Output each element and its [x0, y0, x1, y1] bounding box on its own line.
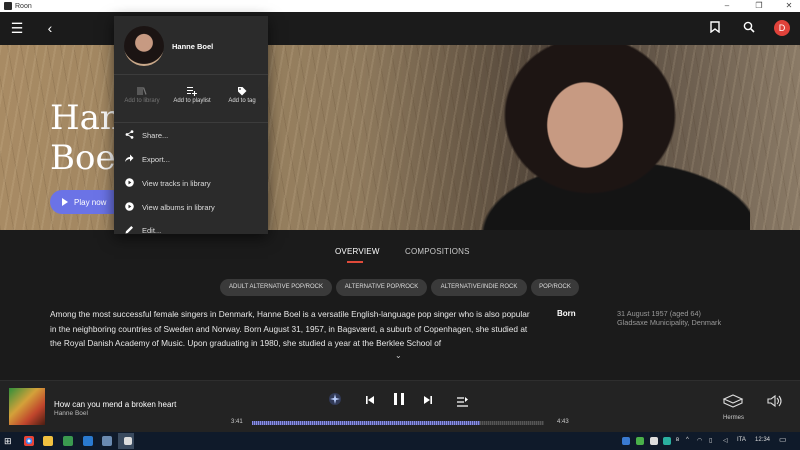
play-circle-icon [124, 177, 134, 189]
play-circle-icon [124, 201, 134, 213]
track-artist[interactable]: Hanne Boel [54, 410, 88, 417]
window-title-bar: Roon – ❐ ✕ [0, 0, 800, 12]
menu-artist-name: Hanne Boel [172, 42, 214, 51]
roon-app-icon [4, 2, 12, 10]
queue-icon[interactable] [457, 394, 469, 407]
zone-name[interactable]: Hermes [723, 415, 744, 421]
chevron-up-icon[interactable]: ^ [686, 437, 689, 443]
genre-tag[interactable]: ALTERNATIVE/INDIE ROCK [431, 279, 527, 296]
artist-tabs: OVERVIEW COMPOSITIONS [0, 230, 800, 270]
artist-photo [470, 45, 750, 230]
pause-icon[interactable] [392, 391, 406, 407]
add-to-playlist-button[interactable]: Add to playlist [167, 86, 217, 106]
artist-context-menu: Hanne Boel Add to library Add to playlis… [114, 16, 268, 235]
library-icon [117, 86, 167, 96]
battery-icon[interactable]: ▯ [709, 437, 712, 444]
menu-item-view-albums[interactable]: View albums in library [124, 198, 258, 216]
roon-taskbar-icon [124, 437, 132, 445]
menu-item-view-tracks[interactable]: View tracks in library [124, 174, 258, 192]
genre-tag[interactable]: ALTERNATIVE POP/ROCK [336, 279, 427, 296]
genre-tag[interactable]: ADULT ALTERNATIVE POP/ROCK [220, 279, 332, 296]
born-place[interactable]: Gladsaxe Municipality, Denmark [617, 318, 721, 327]
pencil-icon [124, 225, 134, 236]
share-icon [124, 129, 134, 141]
speaker-icon[interactable]: ◁ [723, 437, 728, 444]
app-icon-blue[interactable] [83, 436, 93, 446]
volume-icon[interactable] [767, 394, 783, 408]
tray-icon[interactable] [663, 437, 671, 445]
tab-compositions[interactable]: COMPOSITIONS [405, 247, 470, 256]
tray-icon[interactable] [622, 437, 630, 445]
tray-icon[interactable] [636, 437, 644, 445]
elapsed-time: 3:41 [231, 419, 243, 425]
audio-zone-icon[interactable] [722, 394, 744, 408]
play-now-label: Play now [74, 197, 107, 207]
menu-divider [114, 74, 268, 75]
close-button[interactable]: ✕ [778, 0, 800, 12]
notifications-icon[interactable]: ▭ [779, 435, 787, 444]
track-title[interactable]: How can you mend a broken heart [54, 400, 176, 409]
now-playing-bar: How can you mend a broken heart Hanne Bo… [0, 380, 800, 432]
seek-bar-fill [252, 421, 480, 425]
genre-tag[interactable]: POP/ROCK [531, 279, 579, 296]
app-icon-network[interactable] [102, 436, 112, 446]
expand-bio-chevron-icon[interactable]: ⌄ [395, 351, 402, 360]
file-explorer-icon[interactable] [43, 436, 53, 446]
album-cover[interactable] [9, 388, 45, 425]
previous-track-icon[interactable] [364, 393, 376, 405]
tray-icon[interactable] [650, 437, 658, 445]
add-to-tag-button[interactable]: Add to tag [217, 86, 267, 106]
menu-item-share[interactable]: Share... [124, 126, 258, 144]
play-icon [62, 198, 68, 206]
artist-name-heading: Hanne Boel [50, 98, 164, 178]
play-now-button[interactable]: Play now [50, 190, 124, 214]
search-icon[interactable] [741, 21, 757, 37]
input-language[interactable]: ITA [737, 437, 746, 443]
minimize-button[interactable]: – [716, 0, 738, 12]
tag-icon [217, 86, 267, 96]
app-icon-green[interactable] [63, 436, 73, 446]
wifi-icon[interactable]: ◠ [697, 437, 702, 444]
export-icon [124, 154, 134, 165]
seek-bar[interactable] [252, 421, 544, 425]
chrome-icon[interactable] [24, 436, 34, 446]
born-label: Born [557, 309, 576, 318]
playlist-add-icon [167, 86, 217, 96]
artist-biography: Among the most successful female singers… [50, 309, 530, 348]
active-tab-indicator [347, 261, 363, 263]
maximize-button[interactable]: ❐ [748, 0, 770, 12]
next-track-icon[interactable] [422, 393, 434, 405]
born-date: 31 August 1957 (aged 64) [617, 309, 701, 318]
window-title: Roon [15, 2, 32, 10]
tab-overview[interactable]: OVERVIEW [335, 247, 380, 256]
hamburger-icon[interactable]: ☰ [9, 21, 25, 37]
windows-start-icon[interactable]: ⊞ [4, 436, 14, 446]
profile-avatar[interactable]: D [774, 20, 790, 36]
radio-sparkle-icon[interactable] [328, 392, 342, 406]
bookmark-icon[interactable] [707, 21, 723, 37]
taskbar-clock[interactable]: 12:34 [755, 437, 770, 443]
menu-item-edit[interactable]: Edit... [124, 221, 258, 239]
total-time: 4:43 [557, 419, 569, 425]
menu-artist-avatar [124, 26, 164, 66]
overview-content: ADULT ALTERNATIVE POP/ROCK ALTERNATIVE P… [0, 270, 800, 380]
add-to-library-button[interactable]: Add to library [117, 86, 167, 106]
menu-item-export[interactable]: Export... [124, 150, 258, 168]
bluetooth-icon[interactable]: ʙ [676, 437, 679, 443]
windows-taskbar: ⊞ ʙ ^ ◠ ▯ ◁ ITA 12:34 ▭ [0, 432, 800, 450]
menu-divider [114, 122, 268, 123]
chevron-left-icon[interactable]: ‹ [42, 21, 58, 37]
